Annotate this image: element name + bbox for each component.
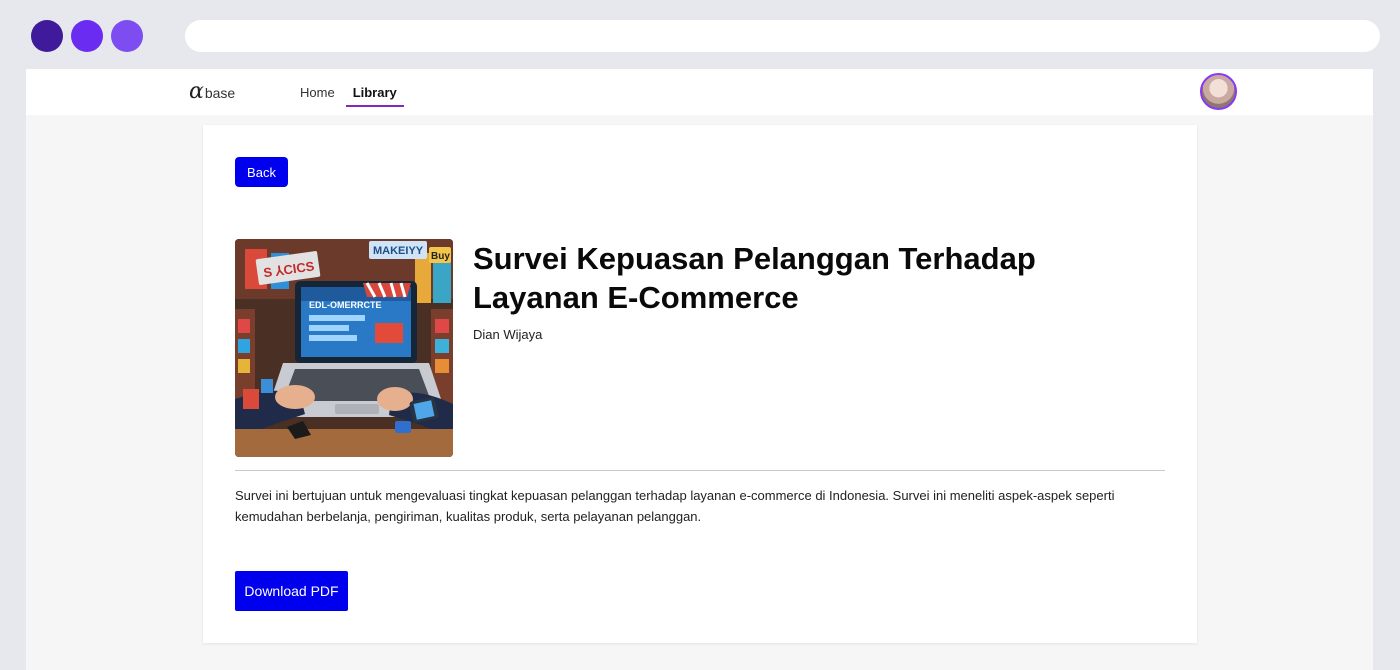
window-controls bbox=[31, 20, 143, 52]
document-description: Survei ini bertujuan untuk mengevaluasi … bbox=[235, 488, 1115, 524]
nav-links: Home Library bbox=[296, 69, 411, 115]
document-title: Survei Kepuasan Pelanggan Terhadap Layan… bbox=[473, 241, 1036, 315]
cover-image: S ⅄CICS MAKEIYY Buy EDL-OMERRCTE bbox=[235, 239, 453, 457]
alphabase-logo[interactable]: α base bbox=[189, 79, 235, 104]
user-avatar[interactable] bbox=[1200, 73, 1237, 110]
nav-link-library[interactable]: Library bbox=[345, 69, 404, 115]
cover-screen-text: EDL-OMERRCTE bbox=[309, 300, 382, 310]
document-detail-card: Back S ⅄CICS MAKEIYY Buy EDL-OMERRCTE Su… bbox=[203, 125, 1197, 643]
nav-link-home[interactable]: Home bbox=[296, 69, 339, 115]
section-divider bbox=[235, 470, 1165, 471]
cover-illustration: S ⅄CICS MAKEIYY Buy EDL-OMERRCTE bbox=[235, 239, 453, 457]
window-maximize-dot[interactable] bbox=[111, 20, 143, 52]
back-button[interactable]: Back bbox=[235, 157, 288, 187]
logo-text: base bbox=[204, 85, 236, 101]
address-bar[interactable] bbox=[185, 20, 1380, 52]
cover-sign-mid: MAKEIYY bbox=[373, 245, 424, 257]
download-pdf-button[interactable]: Download PDF bbox=[235, 571, 348, 611]
cover-sign-right: Buy bbox=[431, 251, 450, 262]
document-author: Dian Wijaya bbox=[473, 327, 543, 342]
page-viewport: α base Home Library Back S ⅄CICS MAKEIYY… bbox=[26, 69, 1373, 670]
top-navbar: α base Home Library bbox=[26, 69, 1373, 115]
window-minimize-dot[interactable] bbox=[71, 20, 103, 52]
logo-alpha-glyph: α bbox=[189, 79, 204, 104]
window-close-dot[interactable] bbox=[31, 20, 63, 52]
